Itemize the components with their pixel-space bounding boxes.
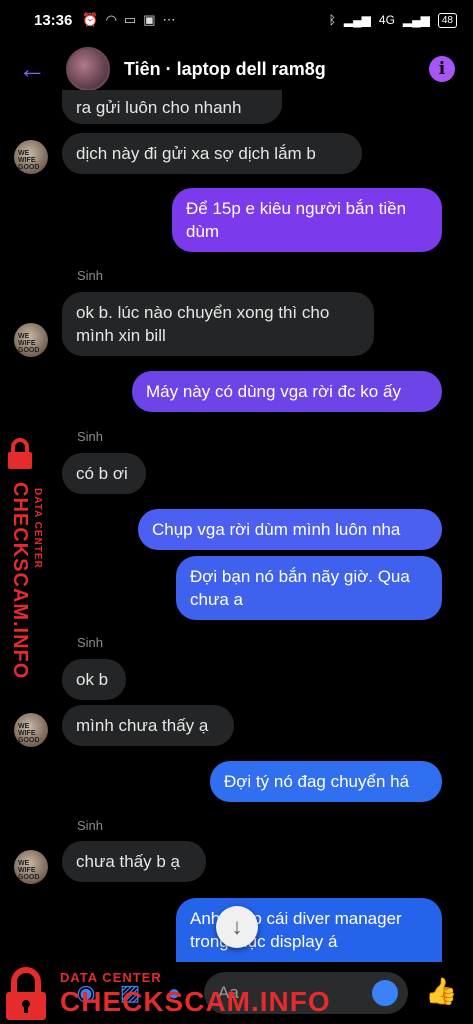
watermark-side: CHECKSCAM.INFO DATA CENTER <box>2 438 48 679</box>
message-outgoing[interactable]: Chụp vga rời dùm mình luôn nha <box>138 509 442 550</box>
wifi-icon: ◠ <box>105 12 117 27</box>
battery-indicator: 48 <box>437 12 457 28</box>
message-outgoing[interactable]: Đợi bạn nó bắn nãy giờ. Qua chưa a <box>176 556 442 620</box>
like-icon[interactable]: 👍 <box>425 976 457 1007</box>
shield-icon: ▣ <box>143 12 156 27</box>
watermark-side-text: CHECKSCAM.INFO <box>9 482 31 680</box>
sender-avatar[interactable]: WE WIFE GOOD <box>14 850 48 884</box>
sender-avatar[interactable]: WE WIFE GOOD <box>14 140 48 174</box>
status-time: 13:36 <box>34 11 73 29</box>
sender-name: Sinh <box>77 268 104 283</box>
message-incoming[interactable]: dịch này đi gửi xa sợ dịch lắm b <box>62 133 362 174</box>
watermark-bottom: DATA CENTER CHECKSCAM.INFO <box>4 966 330 1022</box>
message-outgoing[interactable]: Máy này có dùng vga rời đc ko ấy <box>132 371 442 412</box>
network-type: 4G <box>378 13 395 27</box>
message-outgoing[interactable]: Đợi tý nó đag chuyển há <box>210 761 442 802</box>
contact-avatar[interactable] <box>66 47 110 91</box>
watermark-bottom-subtext: DATA CENTER <box>60 970 162 985</box>
watermark-side-subtext: DATA CENTER <box>32 488 43 569</box>
bluetooth-icon: ᛒ <box>328 13 336 27</box>
lock-icon <box>6 967 46 1020</box>
message-incoming[interactable]: có b ơi <box>62 453 146 494</box>
scroll-down-button[interactable]: ↓ <box>216 906 258 948</box>
back-icon[interactable]: ← <box>18 53 58 85</box>
message-incoming[interactable]: ok b <box>62 659 126 700</box>
emoji-icon[interactable] <box>372 980 398 1006</box>
signal-icon: ▂▄▆ <box>343 13 371 27</box>
sender-name: Sinh <box>77 818 104 833</box>
signal-4g-icon: ▂▄▆ <box>402 13 430 27</box>
lock-icon <box>8 438 32 469</box>
more-icon: ⋯ <box>162 12 176 27</box>
message-outgoing[interactable]: Để 15p e kiêu người bắn tiền dùm <box>172 188 442 252</box>
message-incoming[interactable]: chưa thấy b ạ <box>62 841 206 882</box>
sim-icon: ▭ <box>123 12 137 27</box>
status-bar: 13:36 ⏰ ◠ ▭ ▣ ⋯ ᛒ ▂▄▆ 4G ▂▄▆ 48 <box>0 0 473 40</box>
sender-name: Sinh <box>77 429 104 444</box>
watermark-bottom-text: CHECKSCAM.INFO <box>60 986 331 1017</box>
info-icon[interactable]: i <box>429 56 455 82</box>
message-incoming[interactable]: ra gửi luôn cho nhanh <box>62 90 282 124</box>
message-incoming[interactable]: mình chưa thấy ạ <box>62 705 234 746</box>
sender-avatar[interactable]: WE WIFE GOOD <box>14 323 48 357</box>
conversation-title[interactable]: Tiên · laptop dell ram8g <box>124 59 326 80</box>
sender-name: Sinh <box>77 635 104 650</box>
message-incoming[interactable]: ok b. lúc nào chuyển xong thì cho mình x… <box>62 292 374 356</box>
alarm-icon: ⏰ <box>82 12 99 27</box>
arrow-down-icon: ↓ <box>231 914 243 939</box>
sender-avatar[interactable]: WE WIFE GOOD <box>14 713 48 747</box>
